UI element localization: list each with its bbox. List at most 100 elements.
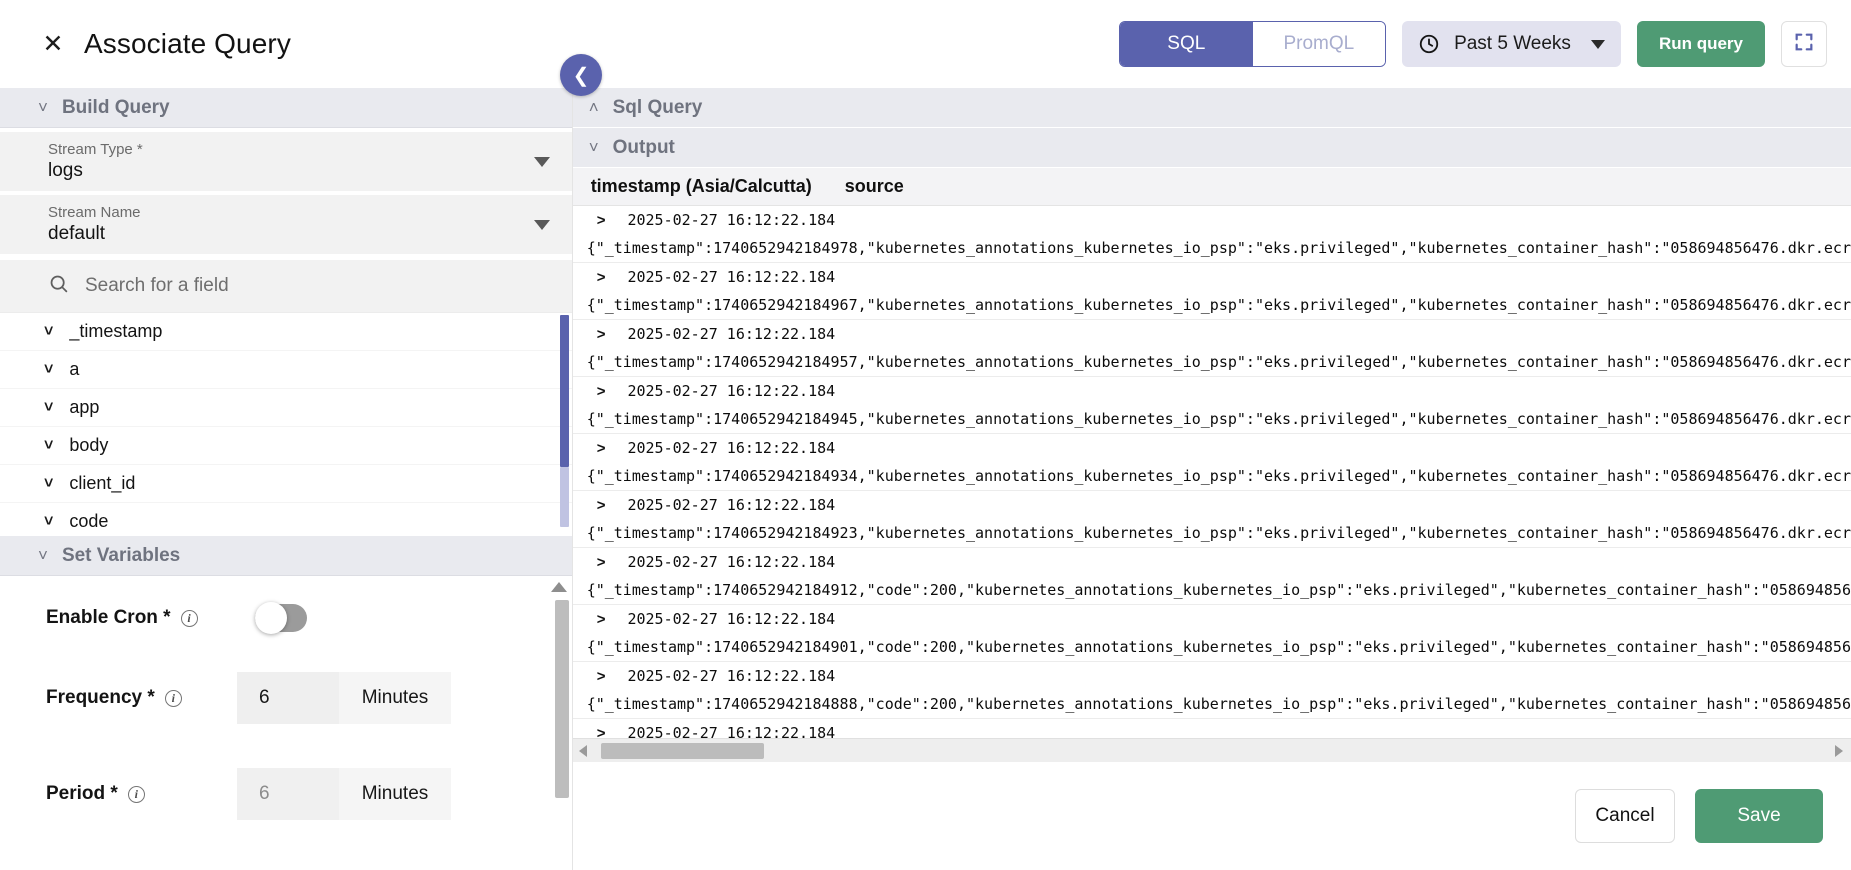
scroll-up-arrow-icon[interactable] [551,582,567,592]
log-source: {"_timestamp":1740652942184934,"kubernet… [573,462,1851,490]
field-list-scrollbar-track[interactable] [560,467,569,527]
expand-row-icon[interactable]: > [597,725,606,739]
output-section-header[interactable]: ˅ Output [573,128,1851,168]
expand-row-icon[interactable]: > [597,497,606,514]
table-row[interactable]: > 2025-02-27 16:12:22.184 {"_timestamp":… [573,719,1851,738]
chevron-down-icon: ˅ [44,513,53,531]
field-search-placeholder: Search for a field [85,275,229,297]
set-variables-section-header[interactable]: ˅ Set Variables [0,536,572,576]
scroll-left-arrow-icon[interactable] [579,745,587,757]
table-row[interactable]: > 2025-02-27 16:12:22.184 {"_timestamp":… [573,206,1851,263]
field-label: client_id [69,473,135,494]
fullscreen-button[interactable] [1781,21,1827,67]
log-timestamp-line: > 2025-02-27 16:12:22.184 [573,377,1851,405]
expand-row-icon[interactable]: > [597,383,606,400]
clock-icon [1418,33,1440,55]
expand-row-icon[interactable]: > [597,668,606,685]
field-item[interactable]: ˅ client_id [0,465,572,503]
stream-name-value: default [48,223,141,245]
tab-promql[interactable]: PromQL [1253,22,1386,66]
tab-sql[interactable]: SQL [1120,22,1253,66]
enable-cron-row: Enable Cron * i [0,604,572,632]
stream-type-select[interactable]: Stream Type * logs [0,132,572,191]
table-row[interactable]: > 2025-02-27 16:12:22.184 {"_timestamp":… [573,662,1851,719]
expand-row-icon[interactable]: > [597,212,606,229]
expand-row-icon[interactable]: > [597,326,606,343]
set-variables-body: Enable Cron * i Frequency * i 6 Minutes [0,576,572,870]
field-label: a [69,359,79,380]
chevron-down-icon: ˅ [44,399,53,417]
stream-name-label: Stream Name [48,204,141,221]
field-item[interactable]: ˅ body [0,427,572,465]
right-panel: ˄ Sql Query ˅ Output timestamp (Asia/Cal… [573,88,1851,870]
chevron-down-icon: ˅ [38,547,48,564]
sql-query-section-header[interactable]: ˄ Sql Query [573,88,1851,128]
collapse-panel-button[interactable]: ❮ [560,54,602,96]
scroll-right-arrow-icon[interactable] [1835,745,1843,757]
save-button[interactable]: Save [1695,789,1823,843]
period-control: 6 Minutes [237,768,451,820]
period-row: Period * i 6 Minutes [0,768,572,820]
horizontal-scrollbar-thumb[interactable] [601,743,764,759]
left-panel: ˅ Build Query Stream Type * logs Stream … [0,88,573,870]
log-source: {"_timestamp":1740652942184945,"kubernet… [573,405,1851,433]
expand-row-icon[interactable]: > [597,269,606,286]
frequency-input[interactable]: 6 [237,672,339,724]
log-timestamp-line: > 2025-02-27 16:12:22.184 [573,263,1851,291]
field-label: _timestamp [69,321,162,342]
build-query-section-header[interactable]: ˅ Build Query [0,88,572,128]
associate-query-screen: ✕ Associate Query SQL PromQL Past 5 Week… [0,0,1851,870]
log-timestamp: 2025-02-27 16:12:22.184 [627,325,835,343]
chevron-down-icon: ˅ [44,475,53,493]
output-table-header: timestamp (Asia/Calcutta) source [573,168,1851,206]
chevron-left-icon: ❮ [573,63,590,88]
field-item[interactable]: ˅ a [0,351,572,389]
set-variables-scrollbar[interactable] [555,600,569,798]
expand-row-icon[interactable]: > [597,554,606,571]
field-label: code [69,511,108,532]
table-row[interactable]: > 2025-02-27 16:12:22.184 {"_timestamp":… [573,548,1851,605]
field-list: ˅ _timestamp ˅ a ˅ app ˅ body ˅ client [0,312,572,536]
field-search-input[interactable]: Search for a field [0,260,572,312]
output-horizontal-scrollbar[interactable] [573,738,1851,762]
run-query-button[interactable]: Run query [1637,21,1765,67]
table-row[interactable]: > 2025-02-27 16:12:22.184 {"_timestamp":… [573,434,1851,491]
log-source: {"_timestamp":1740652942184912,"code":20… [573,576,1851,604]
stream-type-value: logs [48,160,143,182]
stream-name-select[interactable]: Stream Name default [0,195,572,254]
field-item[interactable]: ˅ _timestamp [0,313,572,351]
chevron-up-icon: ˄ [589,99,599,116]
expand-row-icon[interactable]: > [597,440,606,457]
info-icon[interactable]: i [181,610,198,627]
toggle-knob [255,602,287,634]
table-row[interactable]: > 2025-02-27 16:12:22.184 {"_timestamp":… [573,491,1851,548]
chevron-down-icon [534,220,550,230]
field-list-scrollbar[interactable] [560,315,569,467]
field-label: body [69,435,108,456]
frequency-row: Frequency * i 6 Minutes [0,672,572,724]
expand-row-icon[interactable]: > [597,611,606,628]
field-item[interactable]: ˅ code [0,503,572,536]
info-icon[interactable]: i [165,690,182,707]
log-timestamp: 2025-02-27 16:12:22.184 [627,553,835,571]
table-row[interactable]: > 2025-02-27 16:12:22.184 {"_timestamp":… [573,320,1851,377]
cancel-button[interactable]: Cancel [1575,789,1675,843]
frequency-unit[interactable]: Minutes [339,672,451,724]
header-actions: SQL PromQL Past 5 Weeks Run query [1119,21,1851,67]
period-input[interactable]: 6 [237,768,339,820]
table-row[interactable]: > 2025-02-27 16:12:22.184 {"_timestamp":… [573,605,1851,662]
info-icon[interactable]: i [128,786,145,803]
table-row[interactable]: > 2025-02-27 16:12:22.184 {"_timestamp":… [573,263,1851,320]
chevron-down-icon: ˅ [589,139,599,156]
query-language-toggle[interactable]: SQL PromQL [1119,21,1386,67]
log-source: {"_timestamp":1740652942184957,"kubernet… [573,348,1851,376]
output-log-list[interactable]: > 2025-02-27 16:12:22.184 {"_timestamp":… [573,206,1851,738]
table-row[interactable]: > 2025-02-27 16:12:22.184 {"_timestamp":… [573,377,1851,434]
period-unit[interactable]: Minutes [339,768,451,820]
time-range-picker[interactable]: Past 5 Weeks [1402,21,1621,67]
field-item[interactable]: ˅ app [0,389,572,427]
stream-type-label: Stream Type * [48,141,143,158]
close-icon[interactable]: ✕ [38,29,68,59]
enable-cron-toggle[interactable] [255,604,307,632]
log-source: {"_timestamp":1740652942184967,"kubernet… [573,291,1851,319]
